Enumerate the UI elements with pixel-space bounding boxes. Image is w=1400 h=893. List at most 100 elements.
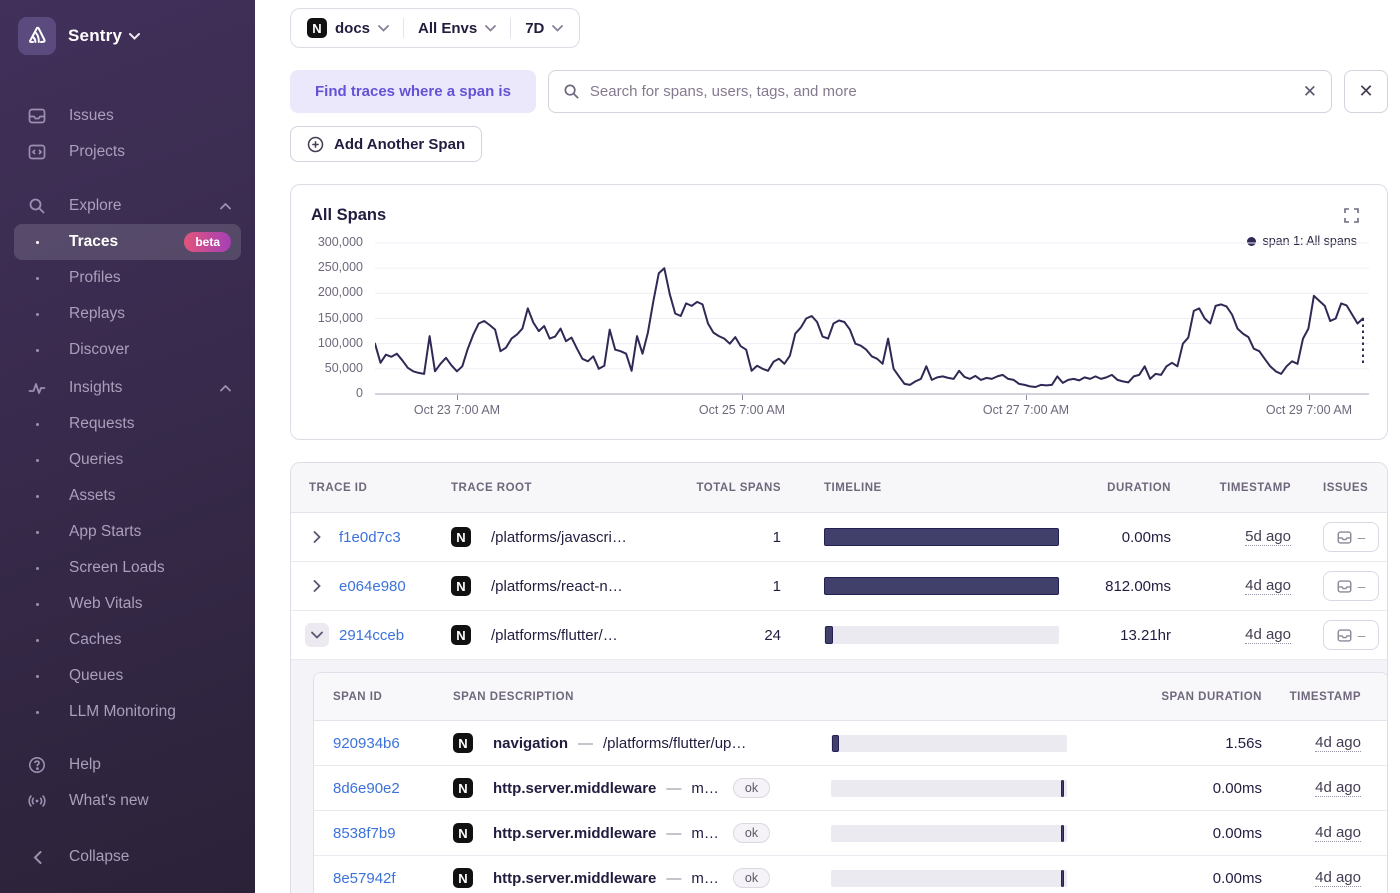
sidebar-item-web-vitals[interactable]: Web Vitals (14, 586, 241, 622)
span-search-box: ✕ (547, 70, 1332, 113)
trace-id-link[interactable]: e064e980 (339, 578, 406, 595)
trace-id-link[interactable]: f1e0d7c3 (339, 529, 401, 546)
environment-selector-value: All Envs (418, 19, 478, 37)
timestamp-value[interactable]: 5d ago (1245, 528, 1291, 546)
date-range-selector[interactable]: 7D (525, 20, 564, 37)
x-tick (1309, 395, 1310, 400)
timeline-bar (832, 734, 840, 752)
sidebar-item-label: LLM Monitoring (69, 703, 176, 720)
issues-button[interactable]: – (1323, 522, 1379, 552)
collapse-row-button[interactable] (305, 623, 329, 647)
y-tick-label: 200,000 (317, 285, 363, 299)
bullet-icon (27, 530, 47, 534)
all-spans-chart-panel: All Spans span 1: All spans 300,000 250,… (290, 184, 1388, 440)
span-id-link[interactable]: 8e57942f (333, 870, 396, 887)
remove-span-filter-button[interactable]: ✕ (1344, 70, 1388, 113)
timeline-bar (1060, 779, 1064, 797)
org-name: Sentry (68, 26, 123, 45)
sidebar-item-label: Replays (69, 305, 125, 322)
bullet-icon (27, 422, 47, 426)
timestamp-value[interactable]: 4d ago (1315, 869, 1361, 887)
issues-icon (1337, 628, 1352, 642)
issues-button[interactable]: – (1323, 620, 1379, 650)
issues-icon (1337, 579, 1352, 593)
timestamp-value[interactable]: 4d ago (1245, 626, 1291, 644)
timestamp-value[interactable]: 4d ago (1315, 779, 1361, 797)
nextjs-platform-icon: N (453, 868, 473, 888)
sidebar-item-help[interactable]: Help (14, 747, 241, 783)
sidebar-item-profiles[interactable]: Profiles (14, 260, 241, 296)
x-tick-label: Oct 25 7:00 AM (698, 403, 786, 417)
clear-search-button[interactable]: ✕ (1303, 83, 1317, 100)
status-badge: ok (732, 778, 771, 798)
timestamp-value[interactable]: 4d ago (1315, 824, 1361, 842)
chevron-down-icon (552, 24, 564, 32)
col-header-duration: DURATION (1107, 481, 1171, 494)
span-search-input[interactable] (589, 83, 1293, 100)
environment-selector[interactable]: All Envs (418, 19, 497, 37)
sidebar-item-discover[interactable]: Discover (14, 332, 241, 368)
trace-root-text: /platforms/javascri… (491, 528, 627, 546)
y-tick-label: 50,000 (324, 361, 363, 375)
timeline-track (824, 577, 1059, 595)
add-another-span-button[interactable]: Add Another Span (290, 126, 483, 162)
sidebar-item-caches[interactable]: Caches (14, 622, 241, 658)
sidebar-item-label: Caches (69, 631, 122, 648)
sidebar-item-assets[interactable]: Assets (14, 478, 241, 514)
span-row: 8538f7b9 N http.server.middleware — m… o… (314, 811, 1387, 856)
sidebar-item-requests[interactable]: Requests (14, 406, 241, 442)
sidebar-item-whats-new[interactable]: What's new (14, 783, 241, 819)
sidebar-item-label: Requests (69, 415, 135, 432)
sidebar-item-projects[interactable]: Projects (14, 134, 241, 170)
bullet-icon (27, 348, 47, 352)
timeline-track (831, 869, 1067, 887)
chart-title: All Spans (311, 206, 387, 224)
dash-separator: — (666, 869, 682, 887)
sidebar-item-label: Assets (69, 487, 116, 504)
search-icon (27, 197, 47, 215)
total-spans-value: 24 (764, 626, 781, 644)
sidebar-item-replays[interactable]: Replays (14, 296, 241, 332)
project-selector[interactable]: N docs (307, 18, 389, 38)
col-header-timestamp: TIMESTAMP (1219, 481, 1291, 494)
bullet-icon (27, 312, 47, 316)
span-description-text: m… (691, 824, 719, 842)
span-id-link[interactable]: 8d6e90e2 (333, 780, 400, 797)
chevron-right-icon (313, 531, 321, 543)
spans-line-chart[interactable] (375, 237, 1369, 395)
org-switcher[interactable]: Sentry (14, 14, 241, 58)
total-spans-value: 1 (772, 577, 781, 595)
nextjs-platform-icon: N (451, 625, 471, 645)
sidebar-item-label: Profiles (69, 269, 121, 286)
timestamp-value[interactable]: 4d ago (1315, 734, 1361, 752)
sidebar-item-label: Queries (69, 451, 124, 468)
status-badge: ok (732, 823, 771, 843)
issues-button[interactable]: – (1323, 571, 1379, 601)
sidebar-item-screen-loads[interactable]: Screen Loads (14, 550, 241, 586)
trace-id-link[interactable]: 2914cceb (339, 627, 404, 644)
timeline-bar (1060, 869, 1064, 887)
nextjs-platform-icon: N (451, 576, 471, 596)
sidebar-item-queues[interactable]: Queues (14, 658, 241, 694)
sidebar-item-issues[interactable]: Issues (14, 98, 241, 134)
sidebar-item-llm-monitoring[interactable]: LLM Monitoring (14, 694, 241, 730)
sidebar-item-label: Screen Loads (69, 559, 165, 576)
fullscreen-icon[interactable] (1344, 208, 1359, 228)
timestamp-value[interactable]: 4d ago (1245, 577, 1291, 595)
help-icon (27, 756, 47, 774)
span-id-link[interactable]: 920934b6 (333, 735, 400, 752)
divider (510, 18, 512, 38)
expanded-trace-panel: SPAN ID SPAN DESCRIPTION SPAN DURATION T… (291, 660, 1387, 893)
expand-row-button[interactable] (305, 525, 329, 549)
issues-icon (1337, 530, 1352, 544)
projects-icon (27, 143, 47, 161)
span-id-link[interactable]: 8538f7b9 (333, 825, 396, 842)
sidebar-section-insights[interactable]: Insights (14, 370, 241, 406)
sidebar-item-traces[interactable]: Traces beta (14, 224, 241, 260)
sidebar-item-app-starts[interactable]: App Starts (14, 514, 241, 550)
expand-row-button[interactable] (305, 574, 329, 598)
sidebar-collapse-button[interactable]: Collapse (14, 839, 241, 875)
trace-root-text: /platforms/react-n… (491, 577, 623, 595)
sidebar-item-queries[interactable]: Queries (14, 442, 241, 478)
sidebar-section-explore[interactable]: Explore (14, 188, 241, 224)
